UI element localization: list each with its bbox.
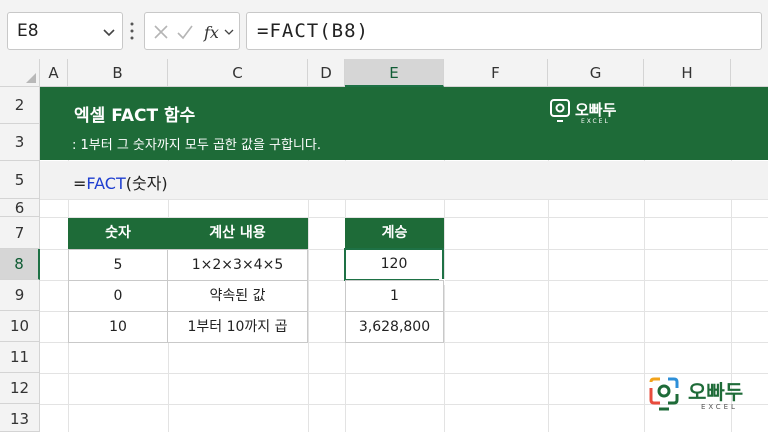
footer-logo-subtext: EXCEL	[701, 403, 738, 411]
table-cell[interactable]: 1	[345, 280, 444, 312]
select-all-triangle-icon	[26, 73, 36, 83]
banner-logo-subtext: EXCEL	[581, 118, 610, 125]
table-header-number[interactable]: 숫자	[68, 218, 168, 249]
row-header-3[interactable]: 3	[0, 124, 40, 161]
table-cell[interactable]: 약속된 값	[167, 280, 308, 312]
active-cell-e8[interactable]: 120	[344, 248, 444, 281]
table-cell[interactable]: 1×2×3×4×5	[167, 249, 308, 281]
table-cell[interactable]: 3,628,800	[345, 311, 444, 343]
more-vertical-icon[interactable]	[130, 21, 134, 41]
logo-icon	[649, 377, 679, 411]
table-cell[interactable]: 5	[68, 249, 168, 281]
column-header-d[interactable]: D	[308, 59, 345, 87]
table-cell[interactable]: 0	[68, 280, 168, 312]
select-all-corner[interactable]	[0, 59, 40, 87]
column-header-e[interactable]: E	[345, 59, 444, 87]
column-header-h[interactable]: H	[644, 59, 731, 87]
table-header-calculation[interactable]: 계산 내용	[167, 218, 308, 249]
column-header-f[interactable]: F	[444, 59, 548, 87]
table-cell[interactable]: 1부터 10까지 곱	[167, 311, 308, 343]
banner-subtitle: : 1부터 그 숫자까지 모두 곱한 값을 구합니다.	[72, 138, 322, 153]
table-header-factorial[interactable]: 계승	[345, 218, 444, 249]
banner-logo: 오빠두 EXCEL	[549, 96, 629, 130]
fx-icon[interactable]: fx	[203, 22, 237, 42]
syntax-args: (숫자)	[125, 174, 168, 193]
formula-input[interactable]: =FACT(B8)	[246, 12, 762, 50]
row-header-7[interactable]: 7	[0, 217, 40, 249]
row-header-2[interactable]: 2	[0, 87, 40, 124]
column-header-b[interactable]: B	[68, 59, 168, 87]
logo-icon	[550, 99, 570, 122]
footer-logo-text: 오빠두	[688, 380, 744, 404]
formula-actions: fx	[144, 12, 240, 50]
column-header-overflow[interactable]	[731, 59, 768, 87]
column-header-g[interactable]: G	[548, 59, 644, 87]
enter-icon[interactable]	[175, 22, 195, 42]
row-header-12[interactable]: 12	[0, 373, 40, 404]
syntax-function: FACT	[86, 174, 126, 193]
syntax-text[interactable]: =FACT(숫자)	[73, 170, 168, 194]
cancel-icon[interactable]	[151, 22, 171, 42]
footer-logo: 오빠두 EXCEL	[648, 374, 758, 414]
column-header-c[interactable]: C	[168, 59, 308, 87]
svg-text:fx: fx	[203, 23, 219, 42]
column-header-a[interactable]: A	[40, 59, 68, 87]
formula-text: =FACT(B8)	[257, 20, 369, 42]
name-box-value: E8	[17, 21, 39, 41]
syntax-equals: =	[73, 174, 87, 193]
chevron-down-icon[interactable]	[102, 25, 116, 39]
name-box[interactable]: E8	[7, 12, 123, 50]
banner-logo-text: 오빠두	[575, 101, 617, 119]
table-cell[interactable]: 10	[68, 311, 168, 343]
gridline	[40, 199, 768, 200]
row-header-10[interactable]: 10	[0, 311, 40, 342]
row-header-8[interactable]: 8	[0, 249, 40, 280]
row-header-9[interactable]: 9	[0, 280, 40, 311]
banner-title: 엑셀 FACT 함수	[74, 106, 196, 126]
row-header-6[interactable]: 6	[0, 199, 40, 217]
formula-bar: E8 fx =FACT(B8)	[0, 0, 768, 62]
row-header-5[interactable]: 5	[0, 161, 40, 199]
row-header-11[interactable]: 11	[0, 342, 40, 373]
row-header-13[interactable]: 13	[0, 404, 40, 432]
